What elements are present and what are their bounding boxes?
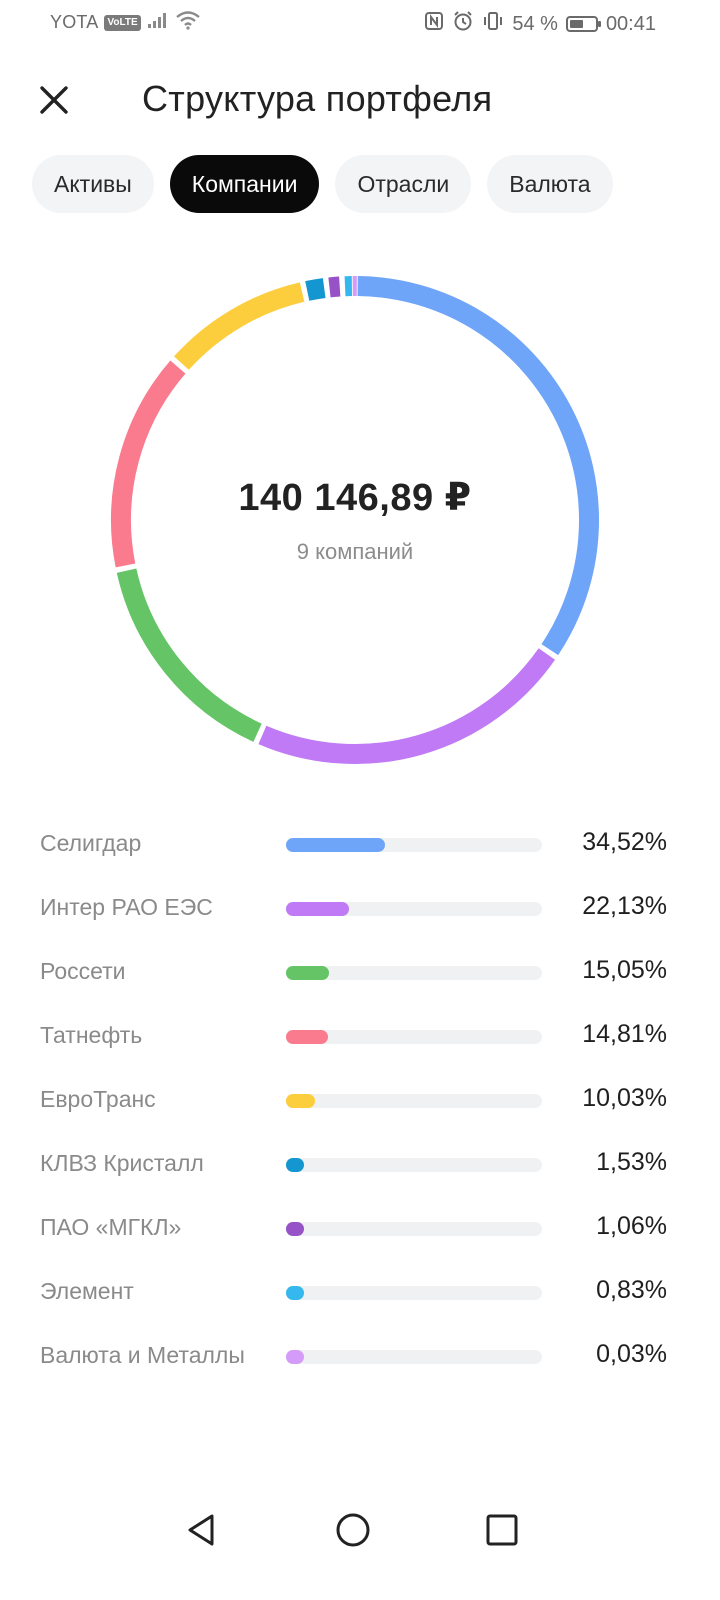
clock: 00:41 [605, 12, 656, 35]
share-bar-fill [286, 838, 385, 852]
status-bar-right: 54 % 00:41 [424, 10, 656, 38]
system-nav-bar [0, 1490, 720, 1570]
header: Структура портфеля [0, 68, 720, 132]
alarm-icon [452, 10, 474, 38]
share-bar-fill [286, 1222, 304, 1236]
share-percent: 0,03% [596, 1340, 667, 1368]
donut-slice-2 [258, 648, 556, 764]
share-percent: 1,53% [596, 1148, 667, 1176]
vibrate-icon [482, 11, 504, 37]
share-bar-fill [286, 966, 330, 980]
share-bar-track [286, 1222, 542, 1236]
share-bar-track [286, 838, 542, 852]
company-row: Селигдар 34,52% [40, 812, 670, 876]
tab-bar: Активы Компании Отрасли Валюта [32, 155, 613, 213]
volte-badge: VoLTE [104, 14, 141, 31]
donut-slice-5 [174, 282, 305, 370]
share-bar-track [286, 1158, 542, 1172]
back-triangle-icon[interactable] [180, 1508, 224, 1552]
portfolio-total: 140 146,89 ₽ [238, 477, 472, 519]
company-row: Интер РАО ЕЭС 22,13% [40, 876, 670, 940]
share-bar-track [286, 1350, 542, 1364]
status-bar: YOTA VoLTE 54 % 00:41 [0, 0, 720, 46]
recents-square-icon[interactable] [480, 1508, 524, 1552]
share-bar-fill [286, 1286, 304, 1300]
nfc-icon [424, 11, 444, 37]
company-name: Валюта и Металлы [40, 1342, 245, 1368]
donut-slice-7 [328, 276, 341, 298]
tab-companies[interactable]: Компании [169, 155, 320, 213]
donut-slice-4 [111, 360, 186, 568]
company-row: Россети 15,05% [40, 940, 670, 1004]
carrier-name: YOTA [50, 12, 99, 32]
status-bar-left: YOTA VoLTE [50, 10, 201, 35]
tab-assets[interactable]: Активы [32, 155, 154, 213]
company-name: Татнефть [40, 1022, 143, 1048]
company-name: Россети [40, 958, 126, 984]
share-bar-track [286, 1094, 542, 1108]
signal-icon [147, 11, 169, 34]
company-row: Валюта и Металлы 0,03% [40, 1324, 670, 1388]
share-percent: 0,83% [596, 1276, 667, 1304]
tab-currency[interactable]: Валюта [487, 155, 613, 213]
company-name: КЛВЗ Кристалл [40, 1150, 204, 1176]
share-bar-fill [286, 902, 350, 916]
share-bar-fill [286, 1158, 304, 1172]
share-bar-track [286, 1286, 542, 1300]
share-bar-fill [286, 1094, 315, 1108]
tab-sectors[interactable]: Отрасли [335, 155, 472, 213]
close-icon[interactable] [34, 80, 74, 120]
share-percent: 10,03% [582, 1084, 667, 1112]
donut-slice-1 [357, 276, 599, 656]
portfolio-donut-chart: 140 146,89 ₽ 9 компаний [100, 265, 610, 775]
share-percent: 14,81% [582, 1020, 667, 1048]
share-percent: 22,13% [582, 892, 667, 920]
company-name: ПАО «МГКЛ» [40, 1214, 182, 1240]
company-name: ЕвроТранс [40, 1086, 156, 1112]
page-title: Структура портфеля [142, 78, 493, 119]
share-percent: 1,06% [596, 1212, 667, 1240]
company-name: Селигдар [40, 830, 142, 856]
company-row: Татнефть 14,81% [40, 1004, 670, 1068]
donut-slice-3 [116, 568, 262, 742]
home-circle-icon[interactable] [331, 1508, 375, 1552]
share-percent: 15,05% [582, 956, 667, 984]
share-percent: 34,52% [582, 828, 667, 856]
company-name: Элемент [40, 1278, 134, 1304]
donut-svg [111, 276, 599, 764]
share-bar-fill [286, 1030, 329, 1044]
company-row: ЕвроТранс 10,03% [40, 1068, 670, 1132]
company-row: Элемент 0,83% [40, 1260, 670, 1324]
share-bar-fill [286, 1350, 304, 1364]
company-row: КЛВЗ Кристалл 1,53% [40, 1132, 670, 1196]
company-name: Интер РАО ЕЭС [40, 894, 213, 920]
share-bar-track [286, 1030, 542, 1044]
battery-percent: 54 % [512, 12, 558, 35]
wifi-icon [175, 10, 201, 35]
companies-count: 9 компаний [296, 539, 414, 564]
battery-level [569, 20, 583, 28]
company-row: ПАО «МГКЛ» 1,06% [40, 1196, 670, 1260]
donut-slice-6 [305, 278, 326, 301]
share-bar-track [286, 902, 542, 916]
company-breakdown-list: Селигдар 34,52% Интер РАО ЕЭС 22,13% Россети… [40, 812, 670, 1388]
share-bar-track [286, 966, 542, 980]
battery-icon [565, 16, 601, 32]
